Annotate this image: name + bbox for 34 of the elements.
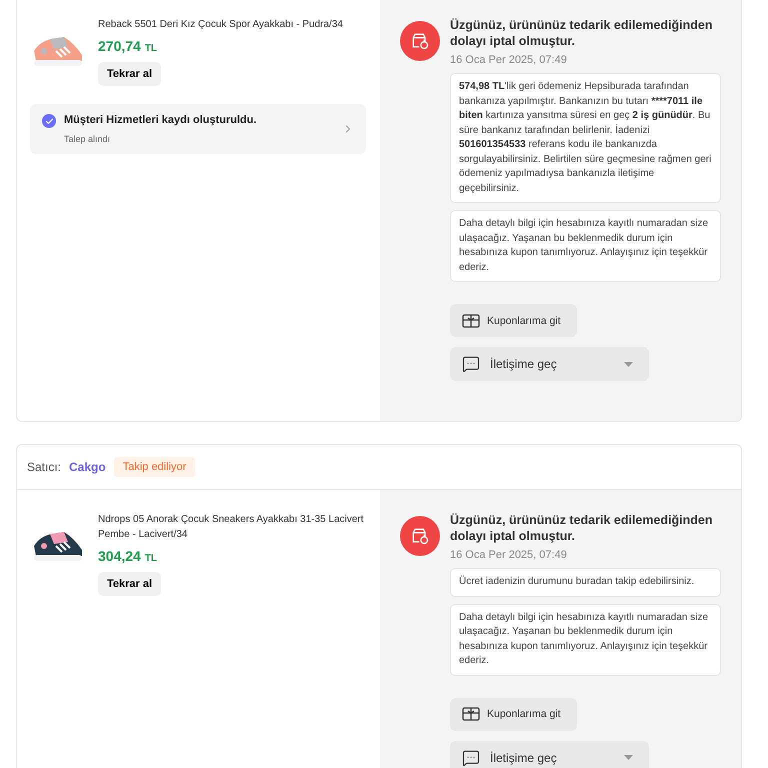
seller-label: Satıcı: (27, 460, 62, 474)
product-name: Ndrops 05 Anorak Çocuk Sneakers Ayakkabı 31-35 Lacivert Pembe - Lacivert/34 (98, 513, 365, 542)
status-title: Müşteri Hizmetleri kaydı oluşturuldu. (64, 114, 258, 126)
gift-card-icon (462, 707, 480, 721)
buy-again-button[interactable]: Tekrar al (98, 572, 162, 596)
gift-card-icon (462, 314, 480, 328)
caret-icon (624, 362, 633, 366)
product-price: 304,24 (98, 548, 141, 564)
buy-again-button[interactable]: Tekrar al (98, 62, 162, 86)
currency: TL (144, 43, 158, 54)
currency: TL (144, 553, 158, 564)
seller-link[interactable]: Cakgo (69, 460, 106, 474)
notice-title: Üzgünüz, ürününüz tedarik edilemediğinden dolayı iptal olmuştur. (450, 512, 714, 544)
follow-badge: Takip ediliyor (114, 457, 196, 477)
message-box: Daha detaylı bilgi için hesabınıza kayıtlı numaradan size ulaşacağız. Yaşanan bu beklenmedik durum için hesabınıza kupon tanımlıyoruz. Anlayışınız için teşekkür ederiz. (450, 604, 721, 676)
chat-icon (462, 355, 480, 373)
coupons-button[interactable]: Kuponlarıma git (450, 698, 577, 730)
product-price: 270,74 (98, 38, 141, 54)
chat-icon (462, 748, 480, 766)
message-box: 574,98 TL'lik geri ödemeniz Hepsiburada tarafından bankanıza yapılmıştır. Bankanızın bu tutarı ****7011 ile biten kartınıza yansıtma süresi en geç 2 iş günüdür. Bu süre bankanız tarafından belirlenir. İadenizi 501601354533 referans kodu ile bankanızda sorgulayabilirsiniz. Belirtilen süre geçmesine rağmen geri ödemeniz yapılmadıysa bankanızla iletişime geçebilirsiniz. (450, 73, 721, 203)
coupons-button[interactable]: Kuponlarıma git (450, 304, 577, 337)
product-name: Reback 5501 Deri Kız Çocuk Spor Ayakkabı - Pudra/34 (98, 18, 343, 32)
status-subtitle: Talep alındı (64, 134, 112, 144)
contact-dropdown[interactable]: İletişime geç (450, 740, 649, 768)
message-box: Daha detaylı bilgi için hesabınıza kayıtlı numaradan size ulaşacağız. Yaşanan bu beklenmedik durum için hesabınıza kupon tanımlıyoruz. Anlayışınız için teşekkür ederiz. (450, 210, 721, 282)
box-refresh-icon (400, 516, 440, 556)
notice-date: 16 Oca Per 2025, 07:49 (450, 54, 567, 66)
notice-date: 16 Oca Per 2025, 07:49 (450, 549, 567, 561)
status-card[interactable]: Müşteri Hizmetleri kaydı oluşturuldu. Talep alındı (30, 104, 366, 154)
message-box: Ücret iadenizin durumunu buradan takip edebilirsiniz. (450, 568, 721, 596)
contact-dropdown[interactable]: İletişime geç (450, 347, 649, 381)
notice-title: Üzgünüz, ürününüz tedarik edilemediğinden dolayı iptal olmuştur. (450, 17, 714, 49)
caret-icon (624, 755, 633, 760)
box-refresh-icon (400, 21, 440, 61)
